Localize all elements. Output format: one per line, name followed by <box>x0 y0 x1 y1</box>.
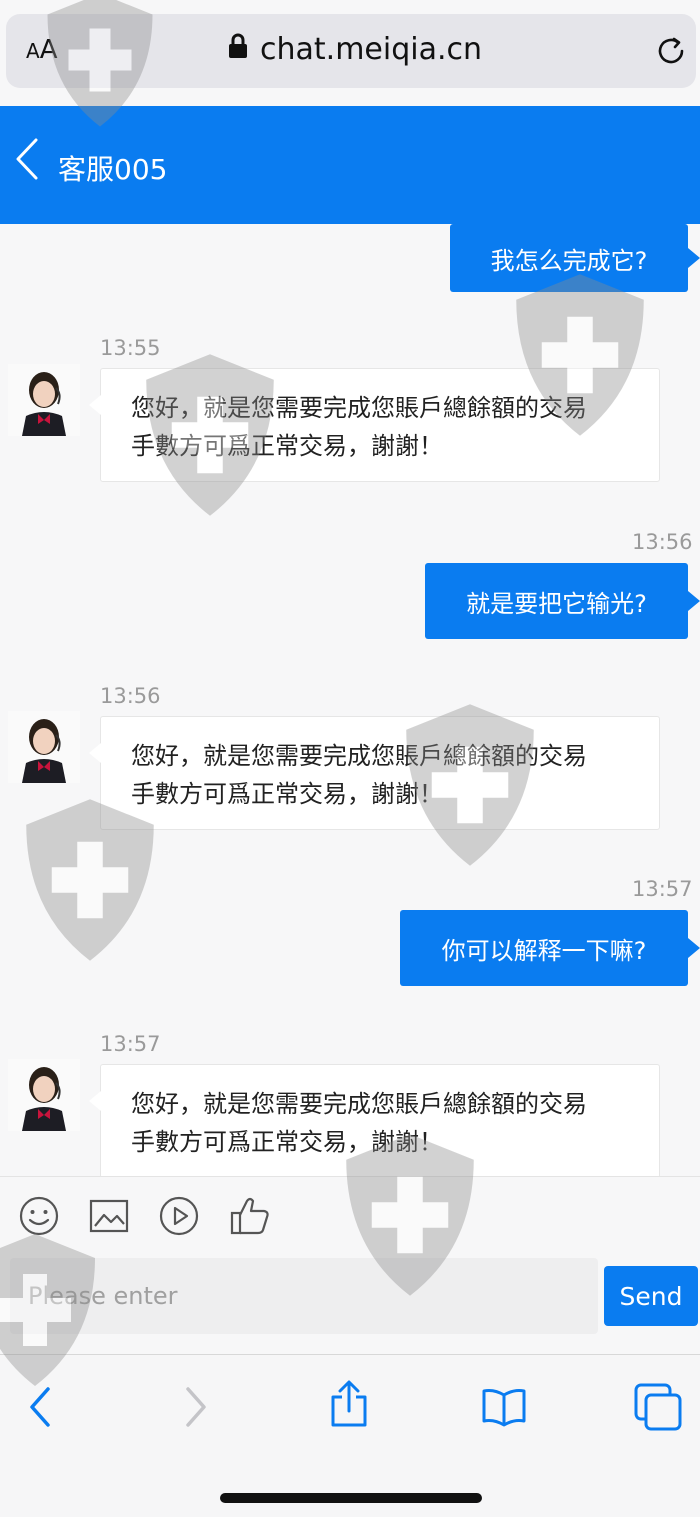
lock-icon <box>228 32 248 67</box>
forward-arrow-icon <box>178 1385 212 1433</box>
message-timestamp: 13:55 <box>100 336 161 360</box>
avatar <box>8 711 80 783</box>
image-icon[interactable] <box>88 1195 130 1241</box>
thumbs-up-icon[interactable] <box>228 1195 272 1241</box>
message-line: 您好，就是您需要完成您賬戶總餘額的交易 <box>131 394 587 422</box>
outgoing-message: 就是要把它输光? <box>425 563 700 639</box>
message-line: 手數方可爲正常交易，謝謝！ <box>131 432 443 460</box>
message-text: 你可以解释一下嘛? <box>441 936 647 965</box>
message-line: 手數方可爲正常交易，謝謝！ <box>131 780 443 808</box>
message-timestamp: 13:57 <box>100 1032 161 1056</box>
chat-messages[interactable]: 我怎么完成它? 13:55 您好，就是您需要完成您賬戶總餘額的交易 手數方可爲正… <box>0 224 700 1176</box>
message-timestamp: 13:57 <box>632 877 693 901</box>
video-icon[interactable] <box>158 1195 200 1241</box>
send-button[interactable]: Send <box>604 1266 698 1326</box>
browser-address-area: AA chat.meiqia.cn <box>0 0 700 106</box>
text-size-button[interactable]: AA <box>26 35 57 65</box>
url-display[interactable]: chat.meiqia.cn <box>228 32 482 67</box>
share-icon[interactable] <box>328 1379 370 1433</box>
back-chevron-icon[interactable] <box>12 134 42 188</box>
message-text: 就是要把它输光? <box>466 589 647 618</box>
address-bar[interactable]: AA chat.meiqia.cn <box>6 14 696 88</box>
outgoing-message: 你可以解释一下嘛? <box>400 910 700 986</box>
avatar <box>8 1059 80 1131</box>
home-indicator <box>220 1493 482 1503</box>
tabs-icon[interactable] <box>634 1383 684 1435</box>
agent-name: 客服005 <box>58 153 168 186</box>
back-arrow-icon[interactable] <box>24 1385 58 1433</box>
composer: Send <box>0 1258 700 1354</box>
message-line: 您好，就是您需要完成您賬戶總餘額的交易 <box>131 1090 587 1118</box>
emoji-icon[interactable] <box>18 1195 60 1241</box>
url-text: chat.meiqia.cn <box>260 32 483 67</box>
incoming-message: 您好，就是您需要完成您賬戶總餘額的交易 手數方可爲正常交易，謝謝！ <box>89 1064 660 1176</box>
browser-bottom-bar <box>0 1354 700 1517</box>
chat-header: 客服005 <box>0 106 700 224</box>
reload-icon[interactable] <box>654 34 688 72</box>
message-timestamp: 13:56 <box>100 684 161 708</box>
message-line: 您好，就是您需要完成您賬戶總餘額的交易 <box>131 742 587 770</box>
avatar <box>8 364 80 436</box>
incoming-message: 您好，就是您需要完成您賬戶總餘額的交易 手數方可爲正常交易，謝謝！ <box>89 368 660 482</box>
message-input[interactable] <box>10 1258 598 1334</box>
message-timestamp: 13:56 <box>632 530 693 554</box>
outgoing-message: 我怎么完成它? <box>450 224 700 292</box>
message-line: 手數方可爲正常交易，謝謝！ <box>131 1128 443 1156</box>
incoming-message: 您好，就是您需要完成您賬戶總餘額的交易 手數方可爲正常交易，謝謝！ <box>89 716 660 830</box>
bookmarks-icon[interactable] <box>480 1387 528 1431</box>
message-text: 我怎么完成它? <box>490 246 648 275</box>
chat-toolbar <box>0 1176 700 1259</box>
